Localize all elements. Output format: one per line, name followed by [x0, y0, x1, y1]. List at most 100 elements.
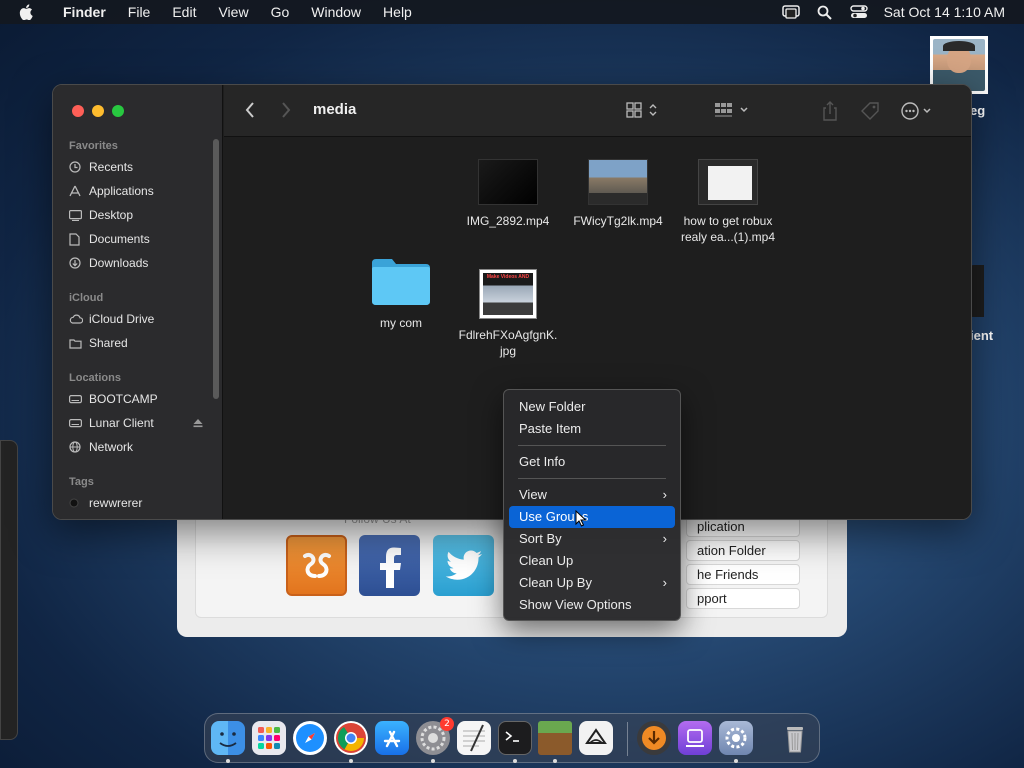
lunar-client-dock-icon[interactable] [579, 721, 613, 755]
sidebar-item-desktop[interactable]: Desktop [69, 205, 209, 225]
file-item[interactable]: FWicyTg2lk.mp4 [558, 159, 678, 229]
file-item[interactable]: how to get robux realy ea...(1).mp4 [668, 159, 788, 245]
submenu-arrow-icon: › [662, 487, 667, 502]
safari-dock-icon[interactable] [293, 721, 327, 755]
xampp-logo-icon[interactable] [286, 535, 347, 596]
applications-icon [69, 185, 89, 197]
sidebar-item-label: iCloud Drive [89, 312, 155, 326]
running-indicator [734, 759, 738, 763]
launchpad-dock-icon[interactable] [252, 721, 286, 755]
sidebar-item-documents[interactable]: Documents [69, 229, 209, 249]
apple-menu-icon[interactable] [0, 4, 52, 20]
tag-icon[interactable] [860, 101, 880, 121]
sidebar-item-downloads[interactable]: Downloads [69, 253, 209, 273]
bg-button-support[interactable]: pport [686, 588, 800, 609]
chrome-dock-icon[interactable] [334, 721, 368, 755]
textedit-dock-icon[interactable] [457, 721, 491, 755]
share-icon[interactable] [822, 101, 838, 121]
system-preferences-dock-icon[interactable]: 2 [416, 717, 454, 755]
file-name: my com [380, 316, 422, 330]
folder-item[interactable]: my com [341, 255, 461, 331]
purple-app-dock-icon[interactable] [678, 721, 712, 755]
sidebar-item-label: Applications [89, 184, 154, 198]
desktop-item-label: eg [970, 103, 986, 118]
drive-icon [69, 394, 89, 404]
menu-view[interactable]: View [207, 0, 259, 24]
sidebar-scrollbar[interactable] [213, 139, 219, 399]
file-name: FWicyTg2lk.mp4 [573, 214, 663, 228]
menu-item-paste-item[interactable]: Paste Item [509, 418, 675, 440]
menu-item-show-view-options[interactable]: Show View Options [509, 594, 675, 616]
menu-item-clean-up[interactable]: Clean Up [509, 550, 675, 572]
forward-button[interactable] [280, 101, 292, 119]
sidebar-item-tag[interactable]: rewwrerer [69, 493, 209, 513]
action-menu-button[interactable] [900, 101, 936, 121]
file-item[interactable]: IMG_2892.mp4 [448, 159, 568, 229]
running-indicator [349, 759, 353, 763]
back-button[interactable] [244, 101, 256, 119]
menu-file[interactable]: File [117, 0, 162, 24]
menu-app-name[interactable]: Finder [52, 0, 117, 24]
context-menu: New Folder Paste Item Get Info View › Us… [503, 389, 681, 621]
sidebar-item-shared[interactable]: Shared [69, 333, 209, 353]
document-icon [69, 232, 89, 246]
menu-item-label: Clean Up By [519, 575, 592, 590]
bg-button-app-folder[interactable]: ation Folder [686, 540, 800, 561]
minimize-window-button[interactable] [92, 105, 104, 117]
control-center-icon[interactable] [842, 5, 876, 19]
downloads-stack-dock-icon[interactable] [637, 721, 671, 755]
menu-item-label: Sort By [519, 531, 562, 546]
minecraft-dock-icon[interactable] [538, 721, 572, 755]
sidebar-header-tags: Tags [69, 476, 94, 488]
sidebar-item-recents[interactable]: Recents [69, 157, 209, 177]
sidebar-item-icloud-drive[interactable]: iCloud Drive [69, 309, 209, 329]
running-indicator [553, 759, 557, 763]
close-window-button[interactable] [72, 105, 84, 117]
menu-item-view[interactable]: View › [509, 484, 675, 506]
menu-bar: Finder File Edit View Go Window Help Sat… [0, 0, 1024, 24]
sidebar-item-applications[interactable]: Applications [69, 181, 209, 201]
eject-icon[interactable] [193, 417, 203, 431]
screen-mirroring-icon[interactable] [774, 5, 808, 19]
sidebar-item-lunar-client[interactable]: Lunar Client [69, 413, 209, 433]
menu-item-clean-up-by[interactable]: Clean Up By › [509, 572, 675, 594]
menu-go[interactable]: Go [260, 0, 301, 24]
group-button[interactable] [714, 101, 754, 119]
drive-icon [69, 418, 89, 428]
sidebar-item-bootcamp[interactable]: BOOTCAMP [69, 389, 209, 409]
sidebar-item-network[interactable]: Network [69, 437, 209, 457]
file-item[interactable]: Make Videos AND FdlrehFXoAgfgnK. jpg [448, 269, 568, 359]
menu-item-get-info[interactable]: Get Info [509, 451, 675, 473]
menu-separator [518, 478, 666, 479]
trash-dock-icon[interactable] [778, 721, 812, 755]
menu-edit[interactable]: Edit [161, 0, 207, 24]
menu-item-sort-by[interactable]: Sort By › [509, 528, 675, 550]
clock-icon [69, 161, 89, 173]
menu-item-new-folder[interactable]: New Folder [509, 396, 675, 418]
file-name: FdlrehFXoAgfgnK. [458, 328, 558, 342]
bg-button-friends[interactable]: he Friends [686, 564, 800, 585]
sidebar-header-favorites: Favorites [69, 140, 118, 152]
menu-window[interactable]: Window [300, 0, 372, 24]
desktop-item-label: ient [970, 328, 994, 343]
facebook-logo-icon[interactable] [359, 535, 420, 596]
menu-item-use-groups[interactable]: Use Groups [509, 506, 675, 528]
app-store-dock-icon[interactable] [375, 721, 409, 755]
menu-help[interactable]: Help [372, 0, 423, 24]
sidebar-item-label: Documents [89, 232, 150, 246]
menu-clock[interactable]: Sat Oct 14 1:10 AM [876, 0, 1024, 24]
finder-toolbar: media [224, 85, 971, 137]
sidebar-item-label: Desktop [89, 208, 134, 222]
finder-dock-icon[interactable] [211, 721, 245, 755]
view-mode-button[interactable] [626, 101, 662, 119]
twitter-logo-icon[interactable] [433, 535, 494, 596]
spotlight-search-icon[interactable] [808, 5, 842, 20]
sidebar-item-label: Downloads [89, 256, 149, 270]
zoom-window-button[interactable] [112, 105, 124, 117]
file-name: IMG_2892.mp4 [466, 214, 550, 228]
sidebar-item-label: Network [89, 440, 134, 454]
settings-utility-dock-icon[interactable] [719, 721, 753, 755]
tag-dot-icon [69, 498, 89, 508]
terminal-dock-icon[interactable] [498, 721, 532, 755]
notification-badge: 2 [440, 717, 454, 731]
